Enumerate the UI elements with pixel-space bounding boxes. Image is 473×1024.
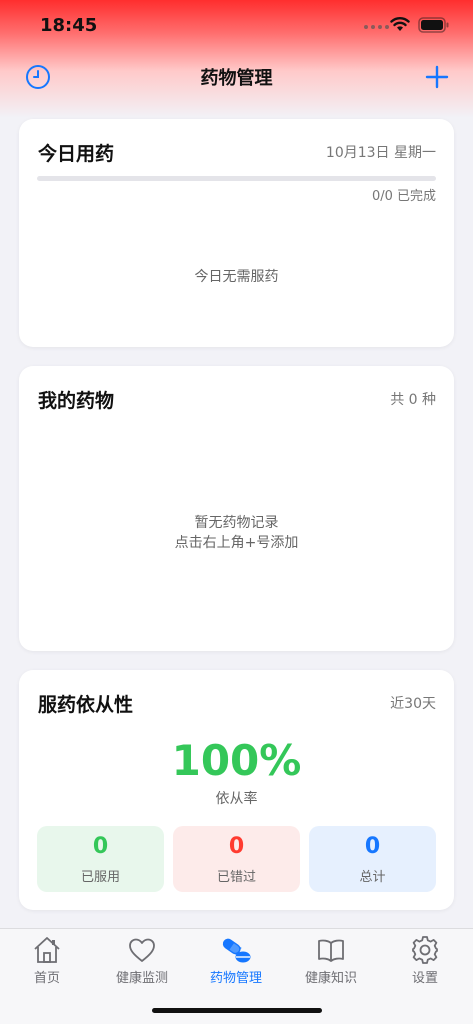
pill-icon: [222, 938, 251, 963]
stat-missed-label: 已错过: [216, 870, 256, 885]
stat-missed: 0 已错过: [173, 826, 300, 892]
my-meds-empty-line1: 暂无药物记录: [194, 515, 279, 531]
adherence-range: 近30天: [390, 696, 436, 712]
tab-health-knowledge-label: 健康知识: [304, 971, 357, 986]
tab-home-label: 首页: [33, 971, 60, 986]
tab-health-knowledge[interactable]: 健康知识: [284, 929, 378, 995]
today-progress-bar: [37, 176, 436, 181]
home-icon: [34, 937, 60, 963]
today-card-title: 今日用药: [38, 143, 115, 165]
tab-settings-label: 设置: [411, 971, 438, 986]
home-indicator: [152, 1008, 322, 1013]
stat-taken-value: 0: [92, 834, 109, 859]
signal-dots-icon: [364, 25, 389, 29]
stat-total: 0 总计: [309, 826, 436, 892]
heart-icon: [129, 938, 155, 962]
status-time: 18:45: [40, 15, 98, 36]
navigation-bar: 药物管理: [0, 52, 473, 100]
today-progress-text: 0/0 已完成: [371, 189, 436, 204]
tab-settings[interactable]: 设置: [378, 929, 472, 995]
my-meds-count: 共 0 种: [390, 392, 436, 408]
stat-total-label: 总计: [359, 870, 386, 885]
stat-missed-value: 0: [228, 834, 245, 859]
tab-health-monitor-label: 健康监测: [115, 971, 168, 986]
book-icon: [318, 939, 344, 962]
tab-medication-label: 药物管理: [209, 971, 262, 986]
my-medications-card: 我的药物 共 0 种 暂无药物记录 点击右上角+号添加: [19, 366, 454, 651]
add-medication-plus-icon[interactable]: [423, 63, 451, 91]
today-medication-card: 今日用药 10月13日 星期一 0/0 已完成 今日无需服药: [19, 119, 454, 347]
my-meds-empty-line2: 点击右上角+号添加: [174, 535, 299, 551]
tab-home[interactable]: 首页: [0, 929, 94, 995]
stat-taken-label: 已服用: [80, 870, 120, 885]
adherence-title: 服药依从性: [38, 694, 134, 716]
today-empty-text: 今日无需服药: [194, 269, 279, 285]
stat-taken: 0 已服用: [37, 826, 164, 892]
gear-icon: [412, 936, 438, 964]
adherence-rate-value: 100%: [171, 736, 302, 785]
tab-medication[interactable]: 药物管理: [189, 929, 283, 995]
page-title: 药物管理: [200, 68, 273, 89]
adherence-card: 服药依从性 近30天 100% 依从率 0 已服用 0 已错过 0 总计: [19, 670, 454, 910]
battery-icon: [418, 17, 449, 33]
stat-total-value: 0: [364, 834, 381, 859]
status-bar: 18:45: [0, 0, 473, 52]
adherence-rate-label: 依从率: [215, 791, 258, 807]
my-meds-title: 我的药物: [38, 390, 115, 412]
wifi-icon: [390, 17, 410, 31]
today-date: 10月13日 星期一: [325, 145, 436, 161]
tab-health-monitor[interactable]: 健康监测: [95, 929, 189, 995]
